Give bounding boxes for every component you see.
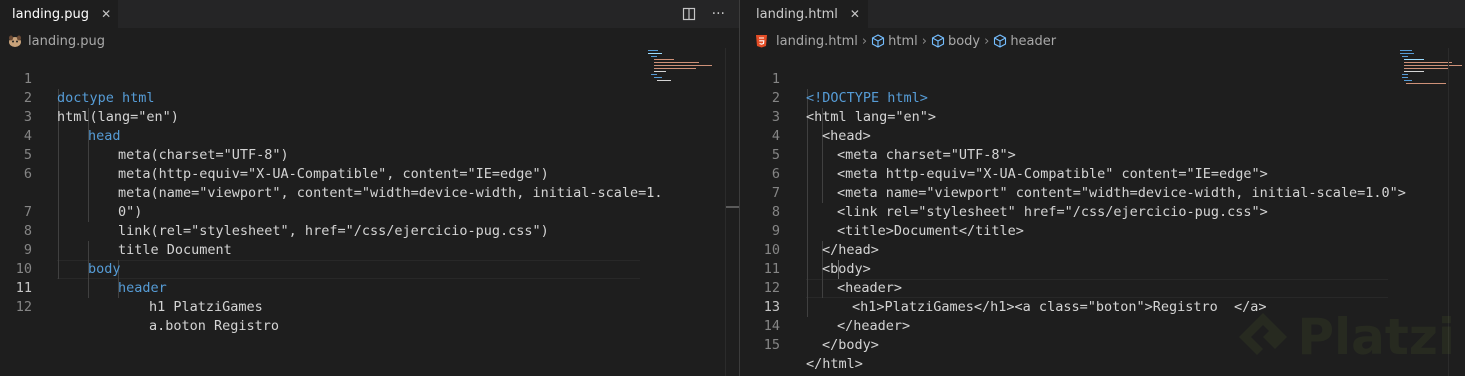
platzi-watermark: Platzi <box>1235 308 1455 366</box>
right-editor-group: landing.html ✕ landing.html › html › bod… <box>740 0 1465 376</box>
code-line: 12 <h1>PlatziGames</h1><a class="boton">… <box>740 260 1465 315</box>
chevron-right-icon: › <box>984 33 990 49</box>
code-line: 11 <header> <box>740 241 1465 296</box>
code-line: 6 meta(name="viewport", content="width=d… <box>0 146 739 201</box>
code-line-active: 13 </header> <box>740 279 1465 334</box>
code-line: 7 <link rel="stylesheet" href="/css/ejer… <box>740 165 1465 220</box>
code-line: 9 </head> <box>740 203 1465 258</box>
minimap-line <box>1404 71 1424 72</box>
code-line: 6 <meta name="viewport" content="width=d… <box>740 146 1465 201</box>
pug-code-text: a.boton Registro <box>149 318 280 334</box>
breadcrumb: landing.pug <box>8 31 105 51</box>
code-line: 0") <box>0 165 739 220</box>
minimap-line <box>1402 77 1408 78</box>
breadcrumb-header[interactable]: header <box>1010 34 1056 49</box>
html5-icon <box>756 35 767 48</box>
chevron-right-icon: › <box>921 33 927 49</box>
code-line: 9 body <box>0 222 739 277</box>
code-line: 2 <html lang="en"> <box>740 70 1465 125</box>
minimap-line <box>1400 50 1412 51</box>
minimap-line <box>1404 59 1424 60</box>
minimap-line <box>651 56 657 57</box>
code-line: 7 link(rel="stylesheet", href="/css/ejer… <box>0 184 739 239</box>
close-icon[interactable]: ✕ <box>101 7 111 21</box>
minimap-line <box>654 77 662 78</box>
platzi-logo-icon <box>1239 313 1288 355</box>
breadcrumb: landing.html › html › body › header <box>755 31 1056 51</box>
editor-actions: ··· <box>682 0 725 28</box>
more-actions-icon[interactable]: ··· <box>712 6 725 22</box>
line-number: 15 <box>763 337 780 353</box>
tab-label: landing.html <box>756 6 838 22</box>
minimap-line <box>1400 53 1414 54</box>
code-line: 10 header <box>0 241 739 296</box>
cube-icon <box>994 34 1007 48</box>
code-line: 4 <meta charset="UTF-8"> <box>740 108 1465 163</box>
minimap-line <box>654 65 712 66</box>
code-line-active: 11 h1 PlatziGames <box>0 260 739 315</box>
minimap-line <box>1402 56 1408 57</box>
vertical-scrollbar[interactable] <box>725 48 739 376</box>
breadcrumb-file[interactable]: landing.pug <box>28 34 105 49</box>
cube-icon <box>872 34 885 48</box>
left-editor-group: landing.pug ✕ ··· landing.pug 1 doctype … <box>0 0 739 376</box>
breadcrumb-file[interactable]: landing.html <box>776 34 858 49</box>
minimap[interactable] <box>646 48 726 88</box>
code-line: 1 doctype html <box>0 51 739 106</box>
line-number: 12 <box>15 299 32 315</box>
minimap-line <box>657 80 671 81</box>
minimap-line <box>651 74 657 75</box>
minimap-line <box>1402 74 1408 75</box>
pug-icon <box>9 35 21 47</box>
breadcrumb-html[interactable]: html <box>888 34 918 49</box>
code-line: 3 head <box>0 89 739 144</box>
tab-label: landing.pug <box>12 6 90 22</box>
code-line: 8 title Document <box>0 203 739 258</box>
pug-code-text: h1 PlatziGames <box>149 299 263 315</box>
code-line: 8 <title>Document</title> <box>740 184 1465 239</box>
left-tab-bar: landing.pug ✕ ··· <box>0 0 739 28</box>
minimap-line <box>1404 62 1452 63</box>
minimap-line <box>654 68 696 69</box>
breadcrumb-body[interactable]: body <box>948 34 980 49</box>
cube-icon <box>931 34 945 48</box>
tab-landing-html[interactable]: landing.html ✕ <box>740 0 868 28</box>
minimap-line <box>654 71 666 72</box>
minimap-line <box>1404 80 1412 81</box>
minimap-line <box>654 62 699 63</box>
code-line: 1 <!DOCTYPE html> <box>740 51 1465 106</box>
code-line: 5 <meta http-equiv="X-UA-Compatible" con… <box>740 127 1465 182</box>
split-editor-icon[interactable] <box>682 7 696 21</box>
html-code-text: </body> <box>822 337 879 353</box>
minimap-line <box>654 59 674 60</box>
code-line: 4 meta(charset="UTF-8") <box>0 108 739 163</box>
code-line: 5 meta(http-equiv="X-UA-Compatible", con… <box>0 127 739 182</box>
code-line: 12 a.boton Registro <box>0 279 739 334</box>
minimap-line <box>1406 83 1446 84</box>
chevron-right-icon: › <box>861 33 868 49</box>
close-icon[interactable]: ✕ <box>850 7 860 21</box>
tab-landing-pug[interactable]: landing.pug ✕ <box>0 0 118 28</box>
code-line: 3 <head> <box>740 89 1465 144</box>
minimap-line <box>1404 68 1448 69</box>
code-line: 2 html(lang="en") <box>0 70 739 125</box>
minimap-line <box>648 53 662 54</box>
right-tab-bar: landing.html ✕ <box>740 0 1465 28</box>
html-code-text: </html> <box>806 356 863 372</box>
minimap-line <box>648 50 658 51</box>
code-area-pug[interactable]: 1 doctype html 2 html(lang="en") 3 head … <box>0 51 739 376</box>
code-line: 10 <body> <box>740 222 1465 277</box>
